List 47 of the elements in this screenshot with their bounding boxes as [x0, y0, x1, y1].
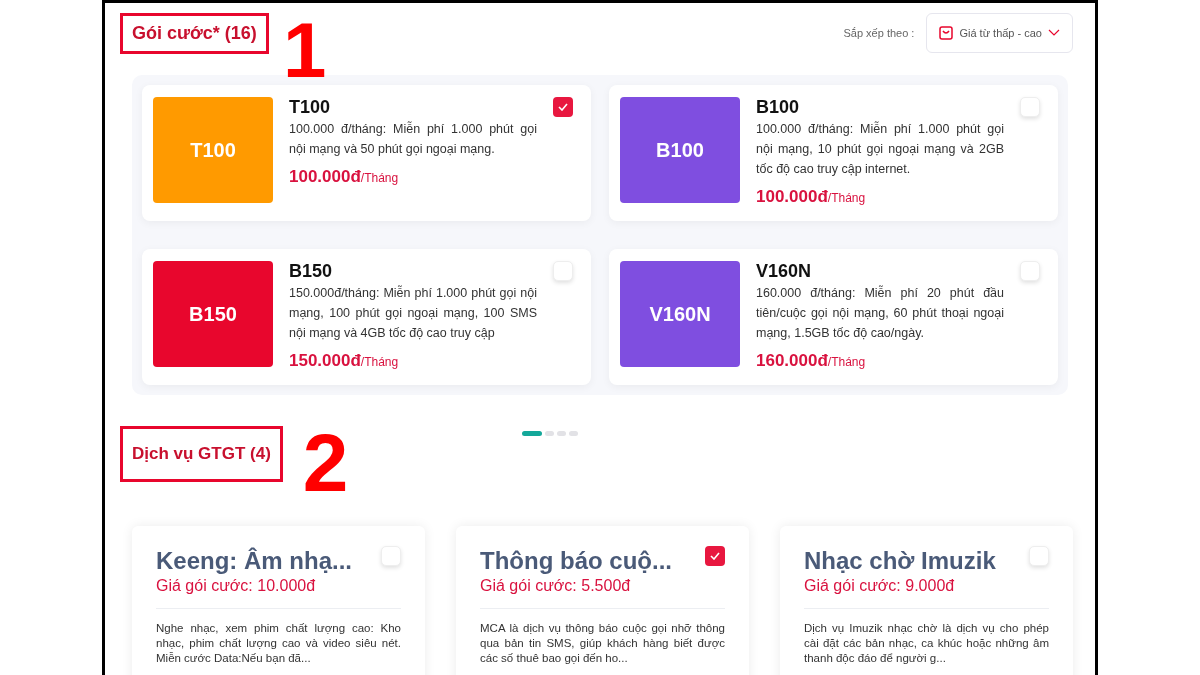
package-card[interactable]: B150 B150 150.000đ/tháng: Miễn phí 1.000 phút gọi nội mạng, 100 phút gọi ngoại mạng, 100 SMS nội mạng và 4GB tốc độ cao truy cập 150.000đ/Tháng [142, 249, 591, 385]
checkbox[interactable] [705, 546, 725, 566]
price-unit: /Tháng [827, 191, 866, 207]
price-unit: /Tháng [360, 171, 399, 187]
package-price: 100.000đ [289, 166, 361, 188]
package-name: V160N [756, 261, 813, 281]
chevron-down-icon [1048, 29, 1060, 37]
service-card[interactable]: Nhạc chờ Imuzik Giá gói cước: 9.000đ Dịch vụ Imuzik nhạc chờ là dịch vụ cho phép cài đặt các bản nhạc, ca khúc hoặc những âm thanh độc đáo để người g... [780, 526, 1073, 675]
price-unit: /Tháng [360, 355, 399, 371]
sort-dropdown[interactable]: Giá từ thấp - cao [926, 13, 1073, 53]
section-heading: Gói cước* (16) [120, 13, 269, 54]
check-icon [710, 552, 720, 560]
package-description: 150.000đ/tháng: Miễn phí 1.000 phút gọi nội mạng, 100 phút gọi ngoại mạng, 100 SMS nội mạng và 4GB tốc độ cao truy cập [289, 284, 537, 342]
package-tile: B150 [153, 261, 273, 367]
service-card[interactable]: Keeng: Âm nhạ... Giá gói cước: 10.000đ Nghe nhạc, xem phim chất lượng cao: Kho nhạc, phim chất lượng cao và video siêu nét. Miễn cước Data:Nếu bạn đã... [132, 526, 425, 675]
service-price: Giá gói cước: 5.500đ [480, 576, 725, 609]
service-name: Thông báo cuộ... [480, 546, 672, 576]
sort-label: Sắp xếp theo : [843, 25, 915, 41]
service-description: Dịch vụ Imuzik nhạc chờ là dịch vụ cho phép cài đặt các bản nhạc, ca khúc hoặc những âm thanh độc đáo để người g... [804, 621, 1049, 666]
service-description: MCA là dịch vụ thông báo cuộc gọi nhỡ thông qua bản tin SMS, giúp khách hàng biết được các số thuê bao gọi đến ho... [480, 621, 725, 666]
package-price: 150.000đ [289, 350, 361, 372]
package-name: T100 [289, 97, 332, 117]
package-description: 100.000 đ/tháng: Miễn phí 1.000 phút gọi nội mạng và 50 phút gọi ngoại mạng. [289, 120, 537, 158]
service-price: Giá gói cước: 9.000đ [804, 576, 1049, 609]
service-price: Giá gói cước: 10.000đ [156, 576, 401, 609]
package-tile: V160N [620, 261, 740, 367]
package-name: B150 [289, 261, 334, 281]
package-description: 160.000 đ/tháng: Miễn phí 20 phút đầu tiên/cuộc gọi nội mạng, 60 phút thoại ngoại mạng, 1.5GB tốc độ cao/ngày. [756, 284, 1004, 342]
package-tile: T100 [153, 97, 273, 203]
section-heading: Dịch vụ GTGT (4) [120, 426, 283, 482]
package-card[interactable]: T100 T100 100.000 đ/tháng: Miễn phí 1.000 phút gọi nội mạng và 50 phút gọi ngoại mạng. 100.000đ/Tháng [142, 85, 591, 221]
service-description: Nghe nhạc, xem phim chất lượng cao: Kho nhạc, phim chất lượng cao và video siêu nét. Miễn cước Data:Nếu bạn đã... [156, 621, 401, 666]
package-tile: B100 [620, 97, 740, 203]
package-name: B100 [756, 97, 801, 117]
bag-icon [939, 26, 954, 40]
package-description: 100.000 đ/tháng: Miễn phí 1.000 phút gọi nội mạng, 10 phút gọi ngoại mạng và 2GB tốc độ cao truy cập internet. [756, 120, 1004, 178]
package-price: 100.000đ [756, 186, 828, 208]
service-name: Nhạc chờ Imuzik [804, 546, 996, 576]
checkbox[interactable] [553, 97, 573, 117]
package-card[interactable]: B100 B100 100.000 đ/tháng: Miễn phí 1.000 phút gọi nội mạng, 10 phút gọi ngoại mạng và 2GB tốc độ cao truy cập internet. 100.000đ/Tháng [609, 85, 1058, 221]
package-price: 160.000đ [756, 350, 828, 372]
service-card[interactable]: Thông báo cuộ... Giá gói cước: 5.500đ MCA là dịch vụ thông báo cuộc gọi nhỡ thông qua bản tin SMS, giúp khách hàng biết được các số thuê bao gọi đến ho... [456, 526, 749, 675]
annotation-number: 2 [302, 422, 349, 504]
check-icon [558, 103, 568, 111]
service-name: Keeng: Âm nhạ... [156, 546, 353, 576]
price-unit: /Tháng [827, 355, 866, 371]
package-card[interactable]: V160N V160N 160.000 đ/tháng: Miễn phí 20 phút đầu tiên/cuộc gọi nội mạng, 60 phút thoại ngoại mạng, 1.5GB tốc độ cao/ngày. 160.000đ/Tháng [609, 249, 1058, 385]
